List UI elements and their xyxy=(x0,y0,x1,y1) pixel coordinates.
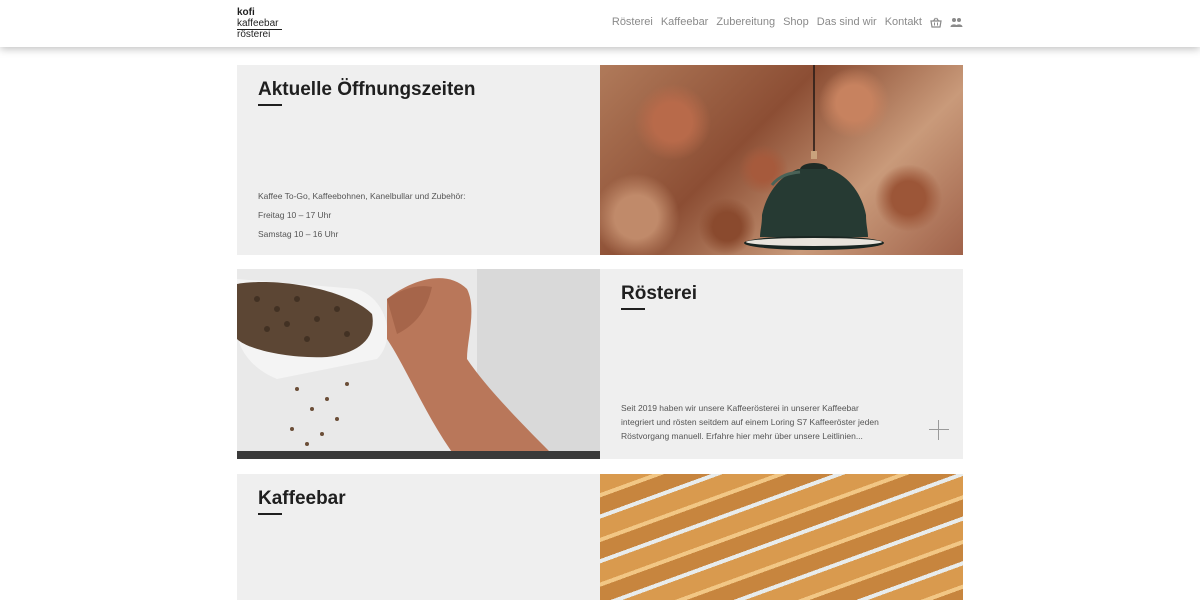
opening-hours-title: Aktuelle Öffnungszeiten xyxy=(258,79,476,100)
nav-item-shop[interactable]: Shop xyxy=(783,16,809,28)
logo[interactable]: kofi kaffeebar rösterei xyxy=(237,7,282,41)
logo-line-3: rösterei xyxy=(237,29,271,40)
opening-hours-card: Aktuelle Öffnungszeiten Kaffee To-Go, Ka… xyxy=(237,65,963,255)
roesterei-card[interactable]: Rösterei Seit 2019 haben wir unsere Kaff… xyxy=(237,269,963,459)
main-nav: Rösterei Kaffeebar Zubereitung Shop Das … xyxy=(612,16,963,28)
opening-hours-text: Kaffee To-Go, Kaffeebohnen, Kanelbullar … xyxy=(258,187,465,244)
nav-item-zubereitung[interactable]: Zubereitung xyxy=(716,16,775,28)
nav-item-das-sind-wir[interactable]: Das sind wir xyxy=(817,16,877,28)
site-header: kofi kaffeebar rösterei Rösterei Kaffeeb… xyxy=(0,0,1200,47)
title-underline xyxy=(258,513,282,515)
opening-hours-line: Samstag 10 – 16 Uhr xyxy=(258,229,339,239)
kaffeebar-card[interactable]: Kaffeebar xyxy=(237,474,963,600)
kaffeebar-title: Kaffeebar xyxy=(258,488,346,509)
roesterei-text-line: integriert und rösten seitdem auf einem … xyxy=(621,417,879,427)
title-underline xyxy=(258,104,282,106)
users-icon[interactable] xyxy=(950,17,963,28)
nav-item-kaffeebar[interactable]: Kaffeebar xyxy=(661,16,709,28)
basket-icon[interactable] xyxy=(930,17,942,28)
roesterei-title: Rösterei xyxy=(621,283,698,304)
roesterei-text: Seit 2019 haben wir unsere Kaffeeröstere… xyxy=(621,401,879,443)
nav-item-kontakt[interactable]: Kontakt xyxy=(885,16,922,28)
opening-hours-line: Freitag 10 – 17 Uhr xyxy=(258,210,332,220)
opening-hours-panel: Aktuelle Öffnungszeiten Kaffee To-Go, Ka… xyxy=(237,65,600,255)
lamp-image xyxy=(600,65,963,255)
title-underline xyxy=(621,308,645,310)
roesterei-text-line: Seit 2019 haben wir unsere Kaffeeröstere… xyxy=(621,403,859,413)
coffee-beans-image xyxy=(237,269,600,459)
opening-hours-line: Kaffee To-Go, Kaffeebohnen, Kanelbullar … xyxy=(258,191,466,201)
roesterei-text-line: Röstvorgang manuell. Erfahre hier mehr ü… xyxy=(621,431,863,441)
roesterei-panel: Rösterei Seit 2019 haben wir unsere Kaff… xyxy=(600,269,963,459)
expand-plus-icon[interactable] xyxy=(929,420,949,440)
kaffeebar-panel: Kaffeebar xyxy=(237,474,600,600)
wood-slats-image xyxy=(600,474,963,600)
nav-item-roesterei[interactable]: Rösterei xyxy=(612,16,653,28)
logo-line-1: kofi xyxy=(237,7,255,18)
